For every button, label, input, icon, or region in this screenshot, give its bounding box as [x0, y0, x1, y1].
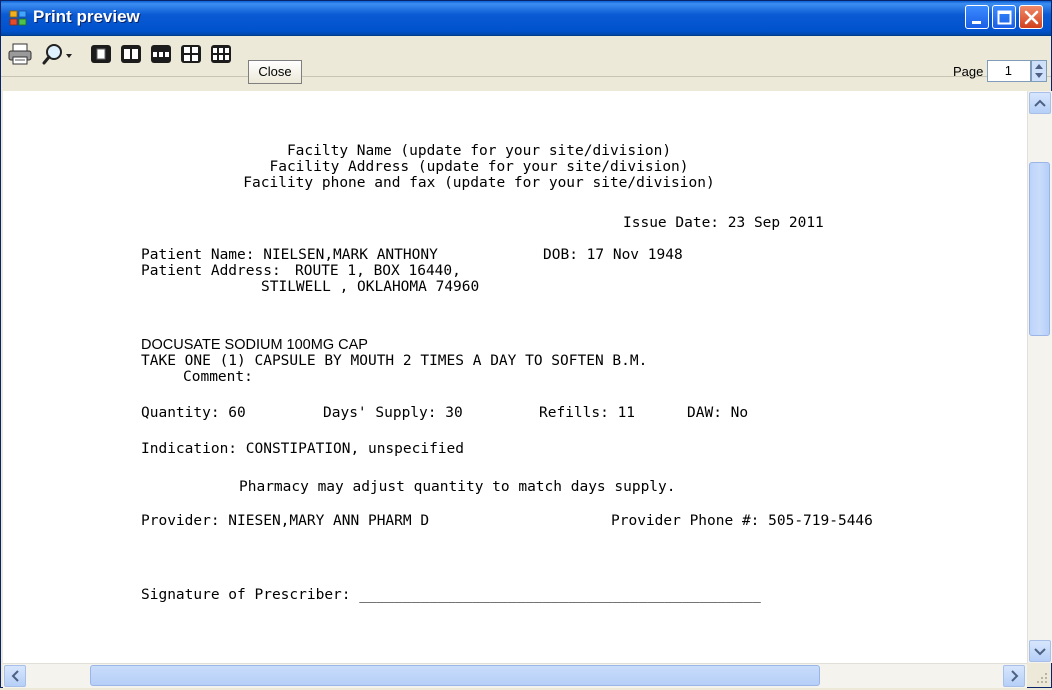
quantity: Quantity: 60: [141, 405, 246, 421]
scroll-right-button[interactable]: [1003, 665, 1025, 687]
arrow-up-icon: [1034, 99, 1046, 107]
maximize-icon: [997, 10, 1012, 25]
arrow-right-icon: [1011, 670, 1019, 682]
comment-label: Comment:: [183, 369, 253, 385]
daw: DAW: No: [687, 405, 749, 421]
pharmacy-note: Pharmacy may adjust quantity to match da…: [239, 479, 676, 495]
app-icon: [9, 10, 27, 26]
facility-address: Facility Address (update for your site/d…: [269, 159, 689, 175]
signature-line: Signature of Prescriber: _______________…: [141, 587, 761, 603]
arrow-down-icon: [1034, 648, 1046, 656]
vertical-scroll-thumb[interactable]: [1029, 162, 1050, 336]
six-pages-icon[interactable]: [209, 42, 233, 66]
drug-name: DOCUSATE SODIUM 100MG CAP: [141, 337, 368, 353]
page-label: Page: [953, 64, 984, 79]
scroll-up-button[interactable]: [1029, 92, 1051, 114]
sig-instructions: TAKE ONE (1) CAPSULE BY MOUTH 2 TIMES A …: [141, 353, 648, 369]
toolbar: [1, 36, 1051, 77]
close-icon: [1024, 10, 1039, 25]
horizontal-scroll-thumb[interactable]: [90, 665, 820, 686]
horizontal-scrollbar[interactable]: [3, 663, 1027, 688]
two-pages-icon[interactable]: [119, 42, 143, 66]
spinner-arrows-icon: [1035, 64, 1043, 78]
patient-dob: DOB: 17 Nov 1948: [543, 247, 683, 263]
provider-name: Provider: NIESEN,MARY ANN PHARM D: [141, 513, 430, 529]
days-supply: Days' Supply: 30: [323, 405, 463, 421]
print-preview-window: Print preview Close Page 1 Facilty Name …: [0, 0, 1052, 688]
preview-area[interactable]: Facilty Name (update for your site/divis…: [3, 91, 1027, 663]
patient-address-label: Patient Address:: [141, 263, 281, 279]
window-title: Print preview: [33, 7, 140, 26]
page-number-input[interactable]: 1: [987, 60, 1031, 82]
four-pages-icon[interactable]: [179, 42, 203, 66]
magnifier-icon[interactable]: [41, 42, 75, 68]
patient-name: Patient Name: NIELSEN,MARK ANTHONY: [141, 247, 438, 263]
maximize-button[interactable]: [992, 5, 1016, 29]
patient-address-line1: ROUTE 1, BOX 16440,: [295, 263, 461, 279]
provider-phone: Provider Phone #: 505-719-5446: [611, 513, 873, 529]
printer-icon[interactable]: [7, 42, 35, 68]
facility-name: Facilty Name (update for your site/divis…: [286, 143, 672, 159]
indication: Indication: CONSTIPATION, unspecified: [141, 441, 465, 457]
minimize-button[interactable]: [965, 5, 989, 29]
facility-phone: Facility phone and fax (update for your …: [243, 175, 715, 191]
vertical-scrollbar[interactable]: [1027, 91, 1052, 663]
title-bar[interactable]: Print preview: [1, 1, 1051, 36]
scroll-down-button[interactable]: [1029, 640, 1051, 662]
refills: Refills: 11: [539, 405, 636, 421]
patient-address-line2: STILWELL , OKLAHOMA 74960: [261, 279, 480, 295]
scroll-left-button[interactable]: [4, 665, 26, 687]
issue-date: Issue Date: 23 Sep 2011: [623, 215, 824, 231]
close-button[interactable]: Close: [248, 60, 302, 84]
close-window-button[interactable]: [1019, 5, 1043, 29]
resize-grip-icon[interactable]: [1029, 665, 1051, 687]
arrow-left-icon: [11, 670, 19, 682]
three-pages-icon[interactable]: [149, 42, 173, 66]
minimize-icon: [972, 21, 981, 24]
page-spinner[interactable]: [1031, 60, 1047, 82]
one-page-icon[interactable]: [89, 42, 113, 66]
